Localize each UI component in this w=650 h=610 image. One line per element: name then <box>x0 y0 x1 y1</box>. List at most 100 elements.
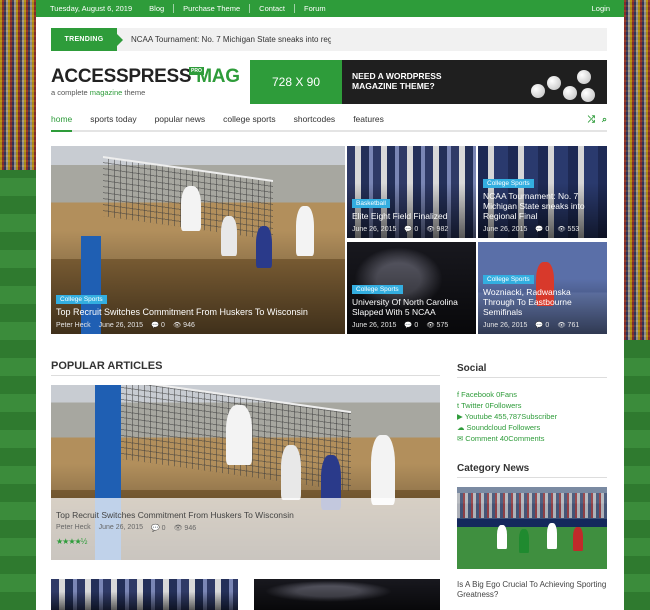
view-count-value: 982 <box>436 226 449 233</box>
current-date: Tuesday, August 6, 2019 <box>50 4 133 13</box>
section-divider <box>457 477 607 478</box>
view-count: 👁 761 <box>557 321 579 329</box>
post-date: June 26, 2015 <box>98 321 143 329</box>
comment-count-value: 0 <box>161 322 165 329</box>
nav-item-popular-news[interactable]: popular news <box>155 107 206 131</box>
view-count: 👁 982 <box>426 225 448 233</box>
nav-item-features[interactable]: features <box>353 107 384 131</box>
comment-icon: 💬 <box>151 322 160 329</box>
stadium-background-left <box>0 0 36 610</box>
search-icon[interactable]: ⌕ <box>602 114 607 125</box>
category-article-title[interactable]: Is A Big Ego Crucial To Achieving Sporti… <box>457 580 607 600</box>
top-link-purchase-theme[interactable]: Purchase Theme <box>173 4 249 13</box>
top-link-contact[interactable]: Contact <box>249 4 294 13</box>
section-divider <box>457 377 607 378</box>
featured-card[interactable]: College Sports University Of North Carol… <box>347 242 476 334</box>
featured-card[interactable]: College Sports Wozniacki, Radwanska Thro… <box>478 242 607 334</box>
article-title[interactable]: University Of North Carolina Slapped Wit… <box>352 297 471 317</box>
eye-icon: 👁 <box>426 322 435 329</box>
author-name[interactable]: Peter Heck <box>56 524 91 532</box>
social-link-twitter[interactable]: t Twitter 0Followers <box>457 400 557 411</box>
article-title[interactable]: Top Recruit Switches Commitment From Hus… <box>56 510 435 520</box>
tagline-part: theme <box>122 88 146 97</box>
category-badge[interactable]: College Sports <box>352 285 403 294</box>
social-link-soundcloud[interactable]: ☁ Soundcloud Followers <box>457 422 557 433</box>
ad-promo: NEED A WORDPRESS MAGAZINE THEME? <box>342 60 607 104</box>
top-bar: Tuesday, August 6, 2019 Blog Purchase Th… <box>36 0 624 17</box>
nav-item-shortcodes[interactable]: shortcodes <box>294 107 336 131</box>
category-badge[interactable]: College Sports <box>483 179 534 188</box>
star-rating: ★★★★½ <box>56 537 87 546</box>
category-badge[interactable]: Basketball <box>352 199 390 208</box>
view-count: 👁 553 <box>557 225 579 233</box>
social-link-label: Facebook 0Fans <box>461 390 517 399</box>
pro-badge: PRO <box>189 67 204 75</box>
view-count-value: 946 <box>184 525 197 532</box>
top-link-blog[interactable]: Blog <box>140 4 173 13</box>
eye-icon: 👁 <box>172 322 182 329</box>
view-count-value: 761 <box>567 322 580 329</box>
view-count-value: 553 <box>567 226 580 233</box>
comment-count: 💬 0 <box>404 225 418 233</box>
popular-article-card[interactable]: Top Recruit Switches Commitment From Hus… <box>51 385 440 560</box>
comment-icon: 💬 <box>535 322 544 329</box>
logo-text-accesspress: ACCESSPRESS <box>51 66 197 87</box>
social-links: f Facebook 0Fans t Twitter 0Followers ▶ You… <box>457 389 557 444</box>
login-link[interactable]: Login <box>592 4 610 13</box>
social-link-youtube[interactable]: ▶ Youtube 455,787Subscriber <box>457 411 557 422</box>
section-divider <box>51 375 440 376</box>
article-thumbnail[interactable] <box>51 579 238 610</box>
header-ad-banner[interactable]: 728 X 90 NEED A WORDPRESS MAGAZINE THEME… <box>250 60 607 104</box>
trending-headline[interactable]: NCAA Tournament: No. 7 Michigan State sn… <box>131 35 331 44</box>
comment-count-value: 0 <box>414 322 419 329</box>
featured-card-main[interactable]: College Sports Top Recruit Switches Comm… <box>51 146 345 334</box>
article-title[interactable]: Top Recruit Switches Commitment From Hus… <box>56 307 340 317</box>
top-link-forum[interactable]: Forum <box>294 4 335 13</box>
nav-item-home[interactable]: home <box>51 108 73 132</box>
nav-item-college-sports[interactable]: college sports <box>223 107 275 131</box>
eye-icon: 👁 <box>173 525 183 532</box>
trending-label: TRENDING <box>51 28 123 51</box>
social-heading: Social <box>457 363 487 374</box>
post-date: June 26, 2015 <box>483 225 528 233</box>
post-date: June 26, 2015 <box>483 321 528 329</box>
post-date: June 26, 2015 <box>352 225 397 233</box>
category-badge[interactable]: College Sports <box>483 275 534 284</box>
comment-count-value: 0 <box>545 322 550 329</box>
popular-articles-heading: POPULAR ARTICLES <box>51 360 163 372</box>
featured-card[interactable]: College Sports NCAA Tournament: No. 7 Mi… <box>478 146 607 238</box>
shuffle-icon[interactable]: ⤮ <box>588 114 595 125</box>
soccer-image[interactable] <box>457 487 607 569</box>
social-link-facebook[interactable]: f Facebook 0Fans <box>457 389 557 400</box>
post-date: June 26, 2015 <box>352 321 397 329</box>
social-link-label: Comment 40Comments <box>465 434 545 443</box>
category-badge[interactable]: College Sports <box>56 295 107 304</box>
site-logo[interactable]: ACCESSPRESS MAG PRO a complete magazine … <box>51 66 240 97</box>
article-title[interactable]: NCAA Tournament: No. 7 Michigan State sn… <box>483 191 602 221</box>
eye-icon: 👁 <box>557 226 566 233</box>
view-count-value: 946 <box>183 322 195 329</box>
view-count: 👁 946 <box>174 524 197 532</box>
view-count: 👁 946 <box>173 321 195 329</box>
comment-count-value: 0 <box>545 226 550 233</box>
eye-icon: 👁 <box>557 322 566 329</box>
author-name[interactable]: Peter Heck <box>56 322 91 329</box>
category-news-heading: Category News <box>457 463 530 474</box>
page-container: Tuesday, August 6, 2019 Blog Purchase Th… <box>36 0 624 610</box>
article-title[interactable]: Elite Eight Field Finalized <box>352 211 471 221</box>
social-link-comment[interactable]: ✉ Comment 40Comments <box>457 433 557 444</box>
trending-bar: TRENDING NCAA Tournament: No. 7 Michigan… <box>51 28 607 51</box>
featured-card[interactable]: Basketball Elite Eight Field Finalized J… <box>347 146 476 238</box>
soundcloud-icon: ☁ <box>457 423 465 432</box>
nav-item-sports-today[interactable]: sports today <box>90 107 136 131</box>
comment-count: 💬 0 <box>535 225 549 233</box>
social-link-label: Youtube 455,787Subscriber <box>464 412 558 421</box>
comment-count: 💬 0 <box>404 321 418 329</box>
comment-count-value: 0 <box>414 226 419 233</box>
post-date: June 26, 2015 <box>98 524 143 531</box>
comment-icon: 💬 <box>404 322 413 329</box>
article-thumbnail[interactable] <box>254 579 440 610</box>
golf-balls-image <box>527 62 597 102</box>
article-title[interactable]: Wozniacki, Radwanska Through To Eastbour… <box>483 287 602 317</box>
main-navigation: home sports today popular news college s… <box>51 108 607 132</box>
